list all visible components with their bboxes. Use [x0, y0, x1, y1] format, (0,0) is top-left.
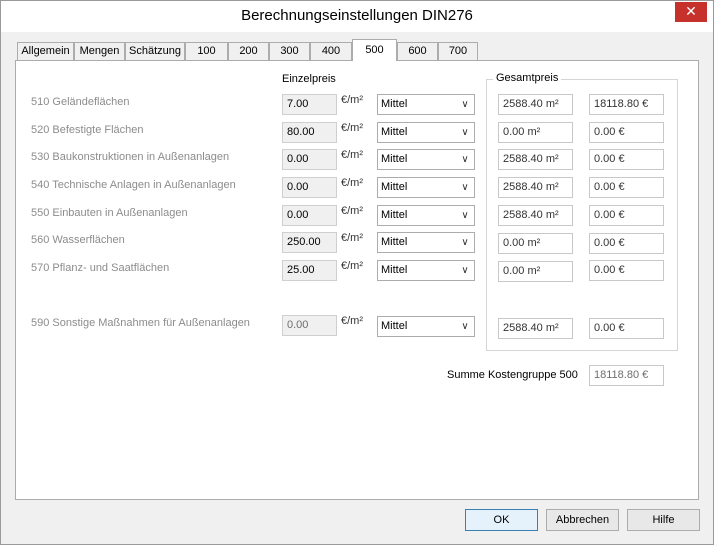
cost-field-550[interactable]: 0.00 €	[589, 205, 664, 226]
chevron-down-icon: ∨	[461, 154, 469, 165]
price-field-520[interactable]: 80.00	[282, 122, 337, 143]
price-field-590[interactable]: 0.00	[282, 315, 337, 336]
header-unit-price: Einzelpreis	[282, 73, 336, 85]
select-value: Mittel	[381, 153, 408, 165]
area-field-520[interactable]: 0.00 m²	[498, 122, 573, 143]
ok-button[interactable]: OK	[465, 509, 538, 531]
cancel-button[interactable]: Abbrechen	[546, 509, 619, 531]
select-value: Mittel	[381, 236, 408, 248]
area-field-550[interactable]: 2588.40 m²	[498, 205, 573, 226]
area-field-560[interactable]: 0.00 m²	[498, 233, 573, 254]
row-label-560: 560 Wasserflächen	[31, 234, 125, 246]
tab-schaetzung[interactable]: Schätzung	[125, 42, 185, 60]
row-label-590: 590 Sonstige Maßnahmen für Außenanlagen	[31, 317, 250, 329]
price-field-510[interactable]: 7.00	[282, 94, 337, 115]
unit-label-560: €/m²	[341, 232, 363, 244]
quality-select-540[interactable]: Mittel ∨	[377, 177, 475, 198]
cost-field-520[interactable]: 0.00 €	[589, 122, 664, 143]
unit-label-590: €/m²	[341, 315, 363, 327]
tab-allgemein[interactable]: Allgemein	[17, 42, 74, 60]
row-label-520: 520 Befestigte Flächen	[31, 124, 144, 136]
cost-field-560[interactable]: 0.00 €	[589, 233, 664, 254]
header-total-price: Gesamtpreis	[493, 72, 562, 84]
row-label-510: 510 Geländeflächen	[31, 96, 130, 108]
quality-select-590[interactable]: Mittel ∨	[377, 316, 475, 337]
summary-label: Summe Kostengruppe 500	[447, 369, 578, 381]
quality-select-560[interactable]: Mittel ∨	[377, 232, 475, 253]
tab-100[interactable]: 100	[185, 42, 228, 60]
area-field-590[interactable]: 2588.40 m²	[498, 318, 573, 339]
chevron-down-icon: ∨	[461, 210, 469, 221]
unit-label-570: €/m²	[341, 260, 363, 272]
unit-label-530: €/m²	[341, 149, 363, 161]
quality-select-520[interactable]: Mittel ∨	[377, 122, 475, 143]
dialog-window: Berechnungseinstellungen DIN276 ✕ Allgem…	[0, 0, 714, 545]
price-field-560[interactable]: 250.00	[282, 232, 337, 253]
chevron-down-icon: ∨	[461, 321, 469, 332]
tab-500[interactable]: 500	[352, 39, 397, 61]
tab-600[interactable]: 600	[397, 42, 438, 60]
summary-value: 18118.80 €	[589, 365, 664, 386]
quality-select-530[interactable]: Mittel ∨	[377, 149, 475, 170]
cost-field-570[interactable]: 0.00 €	[589, 260, 664, 281]
title-bar: Berechnungseinstellungen DIN276 ✕	[1, 1, 713, 32]
unit-label-540: €/m²	[341, 177, 363, 189]
tab-mengen[interactable]: Mengen	[74, 42, 125, 60]
close-button[interactable]: ✕	[675, 2, 707, 22]
row-label-570: 570 Pflanz- und Saatflächen	[31, 262, 170, 274]
row-label-530: 530 Baukonstruktionen in Außenanlagen	[31, 151, 230, 163]
select-value: Mittel	[381, 209, 408, 221]
quality-select-570[interactable]: Mittel ∨	[377, 260, 475, 281]
cost-field-590[interactable]: 0.00 €	[589, 318, 664, 339]
window-title: Berechnungseinstellungen DIN276	[241, 7, 473, 24]
price-field-550[interactable]: 0.00	[282, 205, 337, 226]
select-value: Mittel	[381, 264, 408, 276]
area-field-510[interactable]: 2588.40 m²	[498, 94, 573, 115]
price-field-530[interactable]: 0.00	[282, 149, 337, 170]
tab-300[interactable]: 300	[269, 42, 310, 60]
area-field-530[interactable]: 2588.40 m²	[498, 149, 573, 170]
close-icon: ✕	[685, 4, 697, 20]
cost-field-540[interactable]: 0.00 €	[589, 177, 664, 198]
select-value: Mittel	[381, 181, 408, 193]
chevron-down-icon: ∨	[461, 265, 469, 276]
chevron-down-icon: ∨	[461, 182, 469, 193]
area-field-570[interactable]: 0.00 m²	[498, 261, 573, 282]
price-field-570[interactable]: 25.00	[282, 260, 337, 281]
row-label-540: 540 Technische Anlagen in Außenanlagen	[31, 179, 236, 191]
unit-label-520: €/m²	[341, 122, 363, 134]
tab-700[interactable]: 700	[438, 42, 478, 60]
cost-field-530[interactable]: 0.00 €	[589, 149, 664, 170]
area-field-540[interactable]: 2588.40 m²	[498, 177, 573, 198]
help-button[interactable]: Hilfe	[627, 509, 700, 531]
row-label-550: 550 Einbauten in Außenanlagen	[31, 207, 188, 219]
unit-label-550: €/m²	[341, 205, 363, 217]
select-value: Mittel	[381, 126, 408, 138]
chevron-down-icon: ∨	[461, 237, 469, 248]
unit-label-510: €/m²	[341, 94, 363, 106]
chevron-down-icon: ∨	[461, 127, 469, 138]
quality-select-550[interactable]: Mittel ∨	[377, 205, 475, 226]
cost-field-510[interactable]: 18118.80 €	[589, 94, 664, 115]
select-value: Mittel	[381, 320, 408, 332]
tab-400[interactable]: 400	[310, 42, 352, 60]
price-field-540[interactable]: 0.00	[282, 177, 337, 198]
quality-select-510[interactable]: Mittel ∨	[377, 94, 475, 115]
select-value: Mittel	[381, 98, 408, 110]
tab-200[interactable]: 200	[228, 42, 269, 60]
chevron-down-icon: ∨	[461, 99, 469, 110]
